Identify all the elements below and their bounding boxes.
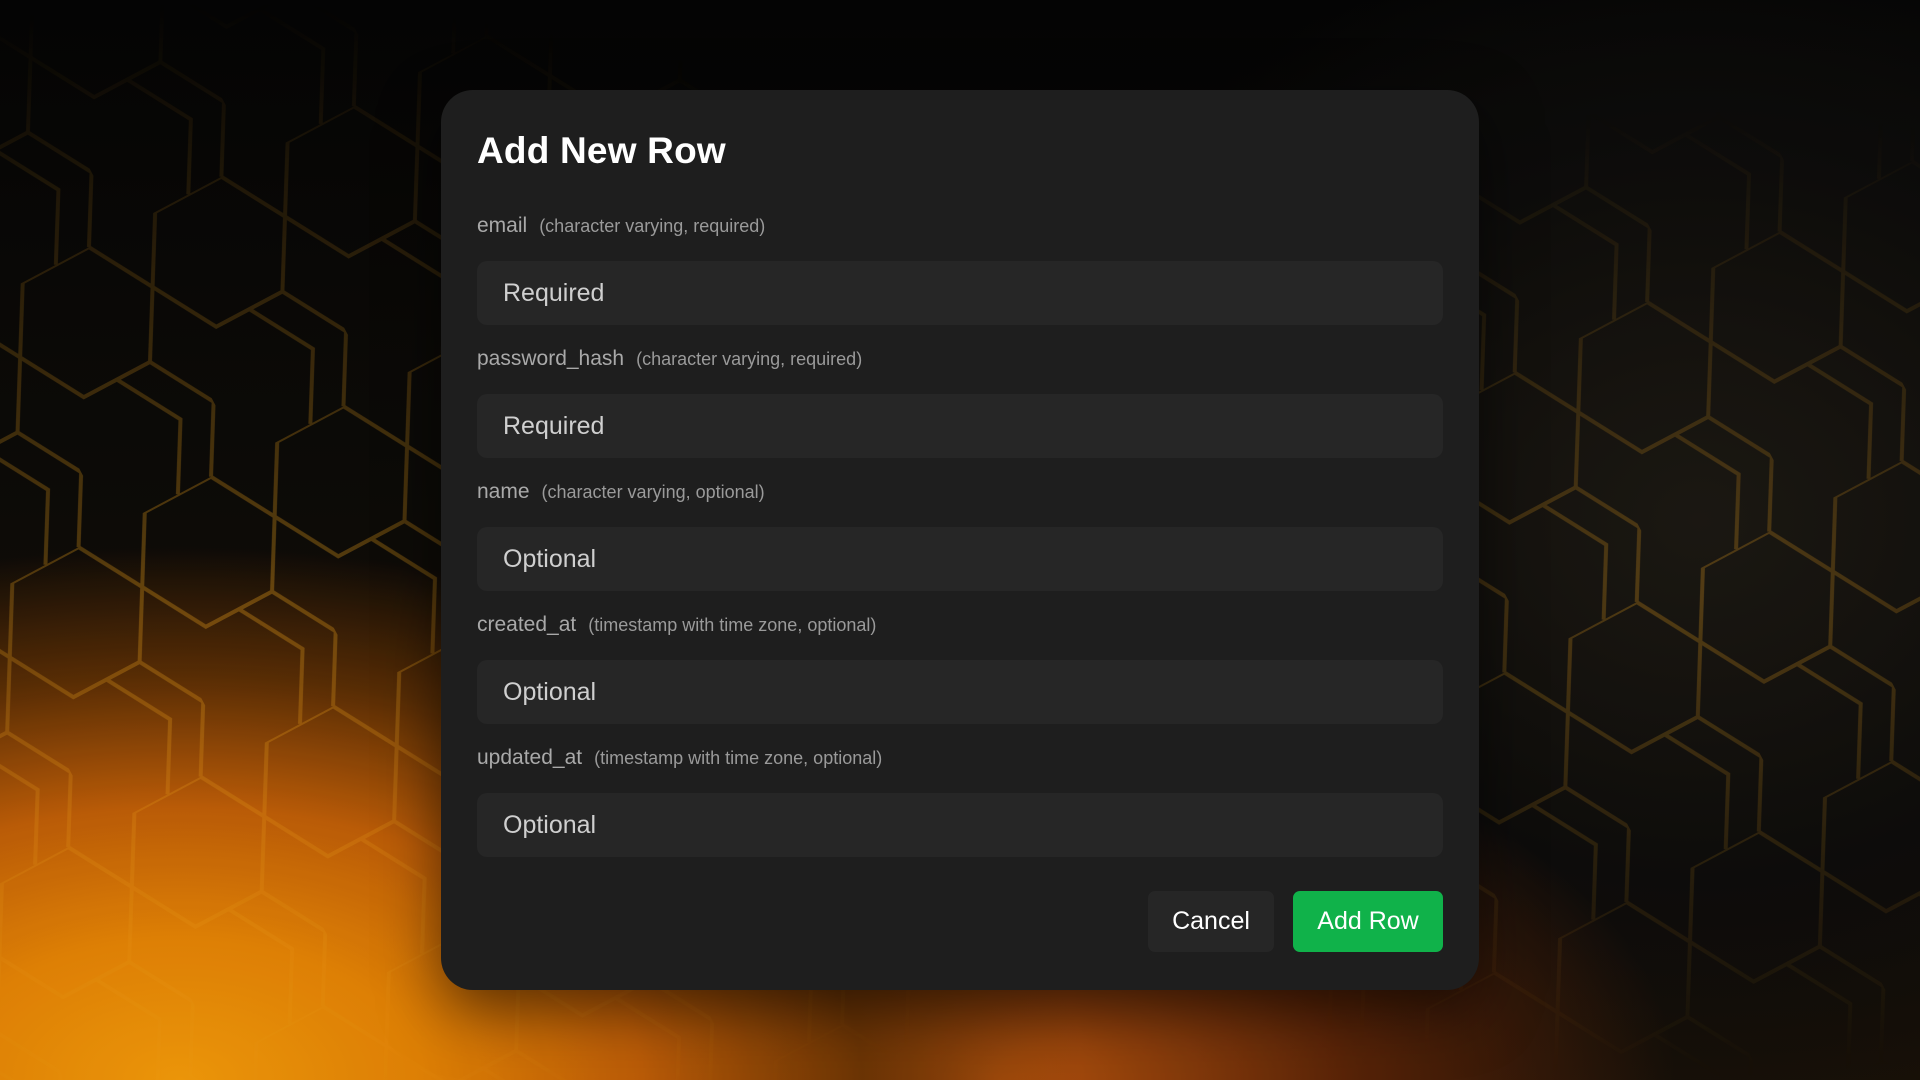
field-name-column: name (character varying, optional) <box>477 480 1443 591</box>
field-name: created_at <box>477 613 577 636</box>
field-name: password_hash <box>477 347 625 370</box>
add-row-button[interactable]: Add Row <box>1293 891 1443 952</box>
field-password-hash: password_hash (character varying, requir… <box>477 347 1443 458</box>
field-label: password_hash (character varying, requir… <box>477 347 1443 377</box>
field-name: email <box>477 214 528 237</box>
field-name: name <box>477 480 530 503</box>
field-created-at: created_at (timestamp with time zone, op… <box>477 613 1443 724</box>
name-input[interactable] <box>477 527 1443 591</box>
field-label: updated_at (timestamp with time zone, op… <box>477 746 1443 776</box>
field-type-hint: (timestamp with time zone, optional) <box>588 615 877 635</box>
field-type-hint: (character varying, optional) <box>541 482 765 502</box>
field-name: updated_at <box>477 746 583 769</box>
field-type-hint: (character varying, required) <box>539 216 766 236</box>
dialog-title: Add New Row <box>477 130 726 171</box>
password-hash-input[interactable] <box>477 394 1443 458</box>
field-updated-at: updated_at (timestamp with time zone, op… <box>477 746 1443 857</box>
field-label: email (character varying, required) <box>477 214 1443 244</box>
updated-at-input[interactable] <box>477 793 1443 857</box>
field-email: email (character varying, required) <box>477 214 1443 325</box>
field-type-hint: (character varying, required) <box>636 349 863 369</box>
add-row-dialog: Add New Row email (character varying, re… <box>441 90 1479 990</box>
cancel-button[interactable]: Cancel <box>1148 891 1274 952</box>
field-label: created_at (timestamp with time zone, op… <box>477 613 1443 643</box>
email-input[interactable] <box>477 261 1443 325</box>
field-type-hint: (timestamp with time zone, optional) <box>594 748 883 768</box>
field-label: name (character varying, optional) <box>477 480 1443 510</box>
created-at-input[interactable] <box>477 660 1443 724</box>
